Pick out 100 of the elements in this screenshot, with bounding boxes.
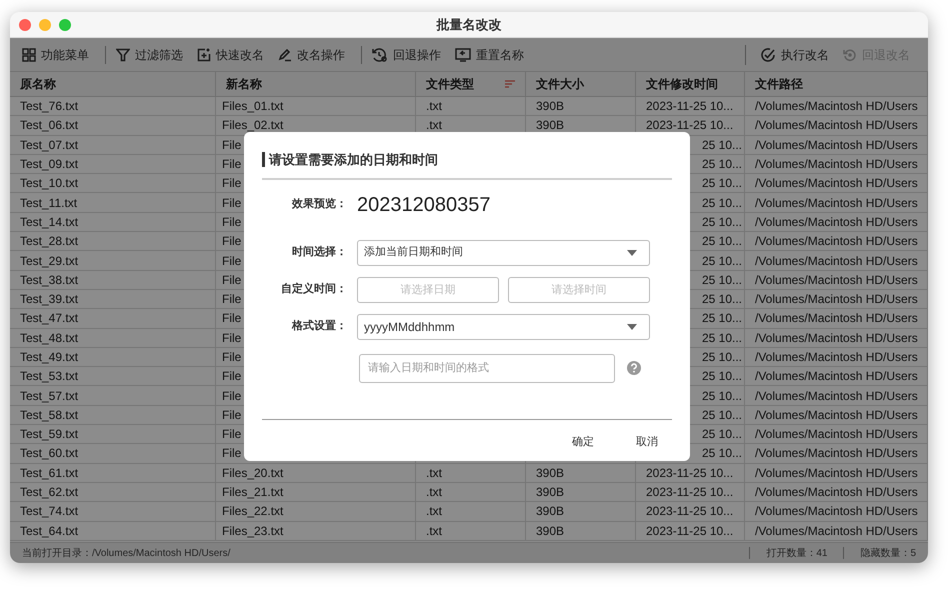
preview-label: 效果预览： [290, 196, 348, 212]
table-cell-text: 25 10... [702, 252, 742, 270]
table-cell-text: Files_20.txt [222, 464, 284, 482]
table-cell-text: /Volumes/Macintosh HD/Users [755, 310, 918, 328]
preview-value: 202312080357 [357, 192, 490, 218]
table-cell-text: File [222, 214, 242, 231]
date-field[interactable]: 请选择日期 [357, 276, 499, 302]
table-cell-text: 25 10... [702, 388, 742, 405]
caret-icon [627, 324, 637, 330]
table-cell-text: 2023-11-25 10... [646, 484, 734, 502]
table-cell-text: /Volumes/Macintosh HD/Users [755, 156, 918, 174]
table-cell-text: File [222, 291, 242, 308]
table-cell-text: 390B [536, 522, 564, 540]
table-cell-text: 25 10... [702, 368, 742, 386]
table-cell-text: 390B [536, 98, 564, 116]
column-header[interactable]: 文件大小 [526, 72, 636, 96]
table-cell-text: /Volumes/Macintosh HD/Users [755, 117, 918, 134]
sort-icon[interactable] [505, 80, 515, 88]
table-cell-text: File [222, 252, 242, 270]
table-cell-text: Test_06.txt [20, 117, 78, 134]
column-header[interactable]: 文件类型 [416, 72, 526, 96]
window-title: 批量名改改 [436, 16, 502, 34]
hidden-count-text: 隐藏数量：5 [859, 546, 916, 560]
table-cell-text: File [222, 330, 242, 347]
table-cell-text: /Volumes/Macintosh HD/Users [755, 175, 918, 192]
table-cell-text: 2023-11-25 10... [646, 98, 734, 116]
column-header[interactable]: 文件路径 [745, 72, 928, 96]
cancel-button[interactable]: 取消 [628, 432, 666, 452]
time-field[interactable]: 请选择时间 [508, 276, 650, 302]
table-cell-text: 2023-11-25 10... [646, 117, 734, 134]
toolbar-button[interactable]: 快速改名 [193, 46, 268, 64]
column-header[interactable]: 文件修改时间 [636, 72, 745, 96]
table-cell-text: Test_38.txt [20, 272, 78, 289]
table-cell-text: 2023-11-25 10... [646, 464, 734, 482]
table-cell-text: .txt [426, 503, 442, 520]
table-cell-text: Test_59.txt [20, 426, 78, 444]
pen-icon [278, 48, 292, 62]
table-cell-text: File [222, 233, 242, 250]
table-cell-text: 25 10... [702, 272, 742, 289]
toolbar-button[interactable]: 重置名称 [451, 46, 528, 64]
table-cell-text: File [222, 388, 242, 405]
table-cell-text: Test_64.txt [20, 522, 78, 540]
table-cell-text: /Volumes/Macintosh HD/Users [755, 272, 918, 289]
check-circle-icon [760, 46, 776, 62]
table-cell-text: 25 10... [702, 233, 742, 250]
column-header[interactable]: 原名称 [10, 72, 216, 96]
toolbar-button[interactable]: 回退操作 [368, 46, 445, 64]
table-cell-text: Test_49.txt [20, 349, 78, 366]
filter-icon [116, 48, 130, 62]
table-cell-text: .txt [426, 484, 442, 502]
table-cell-text: 25 10... [702, 406, 742, 424]
table-cell-text: File [222, 310, 242, 328]
table-cell-text: Test_29.txt [20, 252, 78, 270]
table-cell-text: File [222, 136, 242, 154]
help-icon[interactable] [627, 361, 641, 375]
table-cell-text: Test_09.txt [20, 156, 78, 174]
time-select-dropdown[interactable]: 添加当前日期和时间 [357, 240, 650, 266]
close-window-button[interactable] [19, 18, 31, 30]
table-cell-text: File [222, 406, 242, 424]
table-cell-text: .txt [426, 117, 442, 134]
table-cell-text: Test_10.txt [20, 175, 78, 192]
plus-square-icon [197, 48, 211, 62]
table-cell-text: 25 10... [702, 291, 742, 308]
confirm-button[interactable]: 确定 [564, 432, 602, 452]
table-cell-text: Test_39.txt [20, 291, 78, 308]
table-cell-text: .txt [426, 98, 442, 116]
format-label: 格式设置： [290, 318, 348, 334]
format-dropdown[interactable]: yyyyMMddhhmm [357, 314, 650, 340]
table-cell-text: Test_61.txt [20, 464, 78, 482]
toolbar-button[interactable]: 执行改名 [756, 46, 833, 64]
table-cell-text: /Volumes/Macintosh HD/Users [755, 484, 918, 502]
grid-icon [22, 48, 36, 62]
format-input-field[interactable]: 请输入日期和时间的格式 [359, 354, 615, 382]
table-cell-text: Files_23.txt [222, 522, 284, 540]
table-cell-text: 25 10... [702, 214, 742, 231]
table-cell-text: 2023-11-25 10... [646, 503, 734, 520]
table-cell-text: 25 10... [702, 194, 742, 212]
table-cell-text: /Volumes/Macintosh HD/Users [755, 291, 918, 308]
toolbar-button[interactable]: 改名操作 [274, 46, 349, 64]
table-cell-text: /Volumes/Macintosh HD/Users [755, 522, 918, 540]
table-cell-text: /Volumes/Macintosh HD/Users [755, 503, 918, 520]
table-cell-text: File [222, 349, 242, 366]
table-cell-text: /Volumes/Macintosh HD/Users [755, 388, 918, 405]
table-cell-text: /Volumes/Macintosh HD/Users [755, 426, 918, 444]
current-directory-text: 当前打开目录：/Volumes/Macintosh HD/Users/ [22, 546, 230, 560]
zoom-window-button[interactable] [59, 18, 71, 30]
table-cell-text: Files_22.txt [222, 503, 284, 520]
table-cell-text: File [222, 194, 242, 212]
table-cell-text: Test_57.txt [20, 388, 78, 405]
table-cell-text: Test_62.txt [20, 484, 78, 502]
toolbar-button[interactable]: 过滤筛选 [112, 46, 187, 64]
table-cell-text: Files_02.txt [222, 117, 284, 134]
column-header[interactable]: 新名称 [216, 72, 416, 96]
toolbar-button[interactable]: 功能菜单 [18, 46, 93, 64]
table-cell-text: File [222, 445, 242, 462]
table-cell-text: .txt [426, 522, 442, 540]
minimize-window-button[interactable] [39, 18, 51, 30]
table-cell-text: Test_74.txt [20, 503, 78, 520]
table-cell-text: /Volumes/Macintosh HD/Users [755, 136, 918, 154]
table-cell-text: Test_11.txt [20, 194, 78, 212]
